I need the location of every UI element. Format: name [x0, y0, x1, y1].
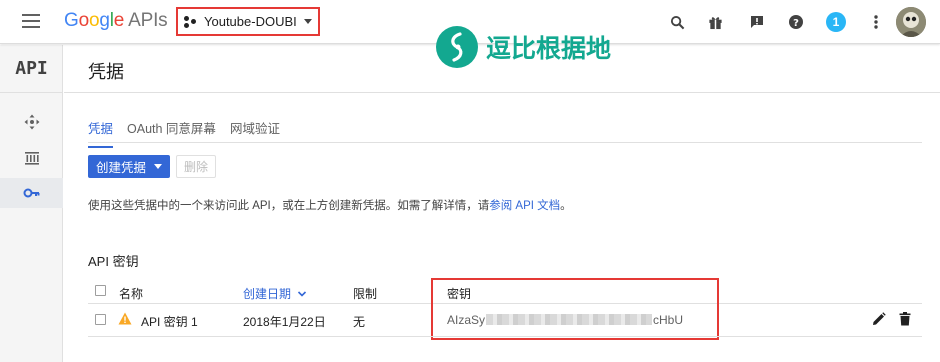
tab-domain-verification[interactable]: 网域验证 — [230, 118, 280, 148]
edit-pencil-icon[interactable] — [870, 310, 888, 328]
chevron-down-icon — [154, 164, 163, 169]
key-column-highlight — [431, 278, 719, 340]
main-menu-icon[interactable] — [22, 14, 40, 28]
column-header-created-label: 创建日期 — [243, 287, 292, 301]
row-checkbox[interactable] — [95, 314, 106, 325]
watermark-logo-icon — [436, 26, 478, 68]
avatar[interactable] — [896, 7, 926, 37]
create-credentials-label: 创建凭据 — [96, 161, 147, 175]
watermark: 逗比根据地 — [436, 24, 611, 70]
api-keys-section-title: API 密钥 — [88, 254, 139, 269]
description-text: 使用这些凭据中的一个来访问此 API，或在上方创建新凭据。如需了解详情，请 — [88, 200, 490, 212]
api-docs-link[interactable]: 参阅 API 文档 — [489, 200, 560, 212]
nav-credentials-key-icon[interactable] — [0, 178, 63, 208]
gift-icon[interactable] — [705, 12, 725, 32]
api-key-restriction: 无 — [353, 315, 366, 329]
feedback-icon[interactable] — [747, 12, 767, 32]
google-apis-logo[interactable]: Google APIs — [64, 10, 168, 32]
description: 使用这些凭据中的一个来访问此 API，或在上方创建新凭据。如需了解详情，请参阅 … — [88, 197, 572, 213]
api-key-created-date: 2018年1月22日 — [243, 315, 326, 329]
project-selector[interactable]: Youtube-DOUBI — [176, 7, 320, 36]
column-header-name: 名称 — [119, 287, 144, 301]
description-suffix: 。 — [560, 200, 572, 212]
nav-dashboard-icon[interactable] — [0, 107, 63, 137]
left-nav: API — [0, 45, 63, 362]
tab-credentials[interactable]: 凭据 — [88, 118, 114, 148]
tab-divider — [88, 142, 922, 143]
tab-bar: 凭据 OAuth 同意屏幕 网域验证 — [88, 118, 294, 148]
table-row-divider — [88, 336, 922, 337]
nav-library-icon[interactable] — [0, 143, 63, 173]
project-icon — [184, 15, 198, 29]
svg-text:?: ? — [793, 18, 799, 29]
project-name: Youtube-DOUBI — [204, 14, 297, 29]
sort-arrow-icon — [298, 291, 307, 297]
column-header-restriction: 限制 — [353, 287, 378, 301]
tab-oauth-consent[interactable]: OAuth 同意屏幕 — [127, 118, 216, 148]
delete-button[interactable]: 删除 — [176, 155, 217, 178]
chevron-down-icon — [303, 19, 312, 24]
select-all-checkbox[interactable] — [95, 285, 106, 296]
warning-icon — [118, 312, 132, 325]
page-title: 凭据 — [88, 62, 124, 82]
search-icon[interactable] — [667, 12, 687, 32]
delete-trash-icon[interactable] — [896, 310, 914, 328]
api-key-name[interactable]: API 密钥 1 — [141, 313, 198, 330]
create-credentials-button[interactable]: 创建凭据 — [88, 155, 171, 178]
more-vert-icon[interactable] — [866, 12, 886, 32]
help-icon[interactable]: ? — [786, 12, 806, 32]
api-logo: API — [0, 45, 63, 93]
watermark-text: 逗比根据地 — [486, 34, 612, 63]
column-header-created-date[interactable]: 创建日期 — [243, 285, 307, 302]
notifications-badge[interactable]: 1 — [826, 12, 846, 32]
